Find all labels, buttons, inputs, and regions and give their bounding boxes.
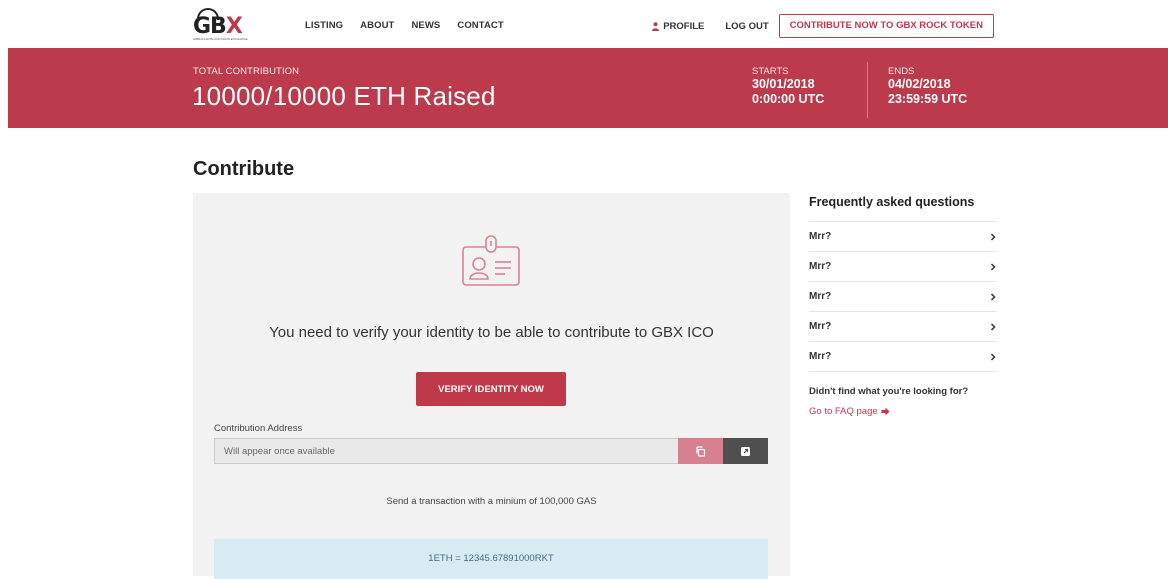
profile-link[interactable]: PROFILE	[652, 21, 704, 32]
faq-more-text: Didn't find what you're looking for?	[809, 386, 969, 397]
total-contribution-value: 10000/10000 ETH Raised	[192, 81, 496, 111]
arrow-right-icon	[881, 407, 890, 416]
ends-label: ENDS	[888, 66, 915, 77]
nav-right: PROFILE LOG OUT CONTRIBUTE NOW TO GBX RO…	[652, 14, 994, 38]
faq-item[interactable]: Mrr?	[809, 312, 997, 342]
ends-time: 23:59:59 UTC	[888, 92, 968, 106]
main-menu: LISTING ABOUT NEWS CONTACT	[305, 20, 504, 31]
verify-identity-button[interactable]: VERIFY IDENTITY NOW	[416, 372, 566, 406]
contribute-panel: You need to verify your identity to be a…	[193, 193, 790, 579]
logo-tagline: GIBRALTAR BLOCKCHAIN EXCHANGE	[193, 37, 248, 41]
chevron-right-icon	[990, 292, 996, 301]
id-card-icon	[462, 235, 520, 286]
gas-note: Send a transaction with a minium of 100,…	[386, 496, 597, 507]
faq-item[interactable]: Mrr?	[809, 252, 997, 282]
nav-contact[interactable]: CONTACT	[457, 20, 503, 31]
starts-date: 30/01/2018	[752, 77, 815, 91]
faq-item[interactable]: Mrr?	[809, 222, 997, 252]
faq-item[interactable]: Mrr?	[809, 342, 997, 372]
faq-question: Mrr?	[809, 261, 832, 272]
contribute-now-button[interactable]: CONTRIBUTE NOW TO GBX ROCK TOKEN	[778, 14, 994, 38]
chevron-right-icon	[990, 322, 996, 331]
chevron-right-icon	[990, 232, 996, 241]
contribution-address-row	[214, 438, 768, 464]
top-navigation: GBX GIBRALTAR BLOCKCHAIN EXCHANGE LISTIN…	[0, 0, 1168, 48]
faq-question: Mrr?	[809, 351, 832, 362]
total-contribution-label: TOTAL CONTRIBUTION	[193, 66, 300, 77]
faq-question: Mrr?	[809, 321, 832, 332]
faq-question: Mrr?	[809, 231, 832, 242]
faq-title: Frequently asked questions	[809, 193, 997, 222]
contribution-address-input[interactable]	[214, 438, 678, 464]
user-icon	[652, 21, 660, 31]
chevron-right-icon	[990, 262, 996, 271]
starts-time: 0:00:00 UTC	[752, 92, 825, 106]
verify-message: You need to verify your identity to be a…	[269, 324, 714, 341]
nav-about[interactable]: ABOUT	[360, 20, 394, 31]
banner-divider	[867, 62, 868, 118]
page-title: Contribute	[193, 158, 295, 180]
faq-sidebar: Frequently asked questions Mrr? Mrr? Mrr…	[809, 193, 997, 417]
contribution-banner: TOTAL CONTRIBUTION 10000/10000 ETH Raise…	[8, 48, 1168, 128]
gbx-logo[interactable]: GBX GIBRALTAR BLOCKCHAIN EXCHANGE	[193, 8, 251, 41]
logo-text-accent: X	[225, 14, 243, 39]
external-link-icon	[741, 446, 750, 456]
profile-label: PROFILE	[663, 20, 705, 32]
faq-link-label: Go to FAQ page	[809, 406, 878, 417]
nav-news[interactable]: NEWS	[411, 20, 440, 31]
faq-item[interactable]: Mrr?	[809, 282, 997, 312]
exchange-rate-box: 1ETH = 12345.67891000RKT	[214, 539, 768, 579]
qr-code-button[interactable]	[723, 438, 768, 464]
contribution-address-label: Contribution Address	[214, 423, 303, 434]
copy-icon	[696, 445, 706, 457]
ends-date: 04/02/2018	[888, 77, 951, 91]
faq-page-link[interactable]: Go to FAQ page	[809, 406, 997, 417]
ends-block: ENDS 04/02/2018 23:59:59 UTC	[888, 66, 967, 107]
logout-link[interactable]: LOG OUT	[725, 21, 768, 32]
starts-block: STARTS 30/01/2018 0:00:00 UTC	[752, 66, 824, 107]
logo-text-main: GB	[193, 14, 227, 39]
copy-address-button[interactable]	[678, 438, 723, 464]
chevron-right-icon	[990, 352, 996, 361]
exchange-rate-text: 1ETH = 12345.67891000RKT	[428, 553, 554, 564]
starts-label: STARTS	[752, 66, 789, 77]
faq-question: Mrr?	[809, 291, 832, 302]
nav-listing[interactable]: LISTING	[305, 20, 343, 31]
